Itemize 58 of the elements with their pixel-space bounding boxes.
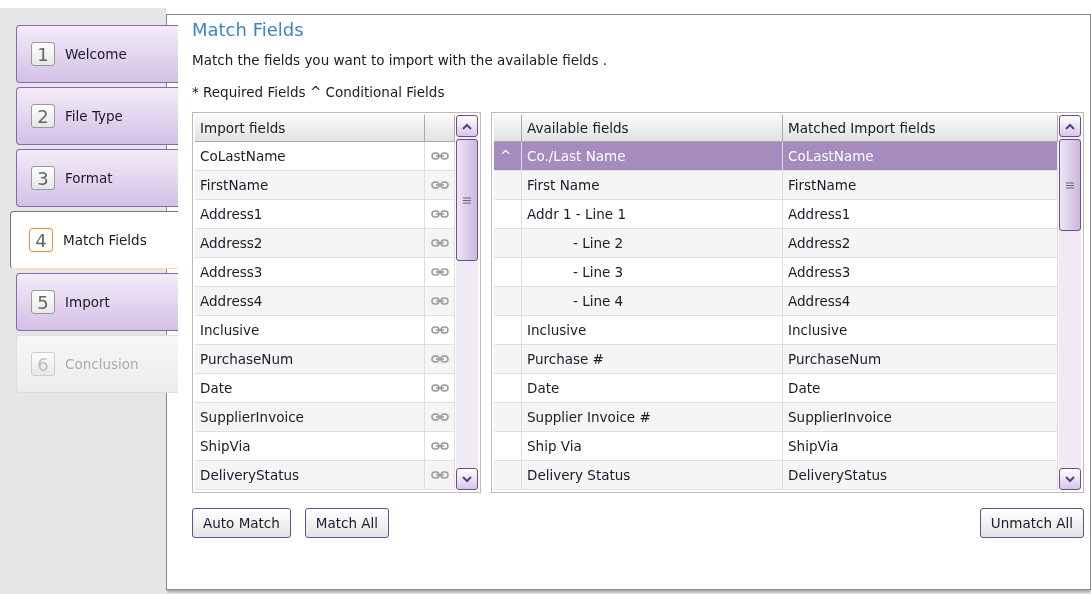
table-cell[interactable]: Address3 xyxy=(195,258,425,286)
conditional-marker: ^ xyxy=(500,148,512,164)
table-cell[interactable]: Ship Via xyxy=(527,438,582,454)
table-cell[interactable]: - Line 3 xyxy=(527,264,624,280)
table-cell[interactable]: Purchase # xyxy=(527,351,604,367)
table-cell[interactable]: FirstName xyxy=(788,177,857,193)
action-button[interactable]: Match All xyxy=(304,508,390,538)
link-icon[interactable] xyxy=(430,412,449,422)
table-cell[interactable]: Inclusive xyxy=(195,316,425,344)
action-button[interactable]: Auto Match xyxy=(192,508,291,538)
table-cell[interactable]: Address1 xyxy=(788,206,851,222)
table-cell[interactable]: ShipVia xyxy=(788,438,839,454)
table-cell[interactable]: Date xyxy=(527,380,560,396)
table-cell[interactable]: PurchaseNum xyxy=(788,351,882,367)
link-icon[interactable] xyxy=(430,470,449,480)
link-icon[interactable] xyxy=(430,354,449,364)
legend-text: * Required Fields ^ Conditional Fields xyxy=(192,84,446,100)
table-cell[interactable]: - Line 2 xyxy=(527,235,624,251)
table-cell[interactable]: Address2 xyxy=(788,235,851,251)
table-cell[interactable]: Date xyxy=(195,374,425,402)
scrollbar[interactable] xyxy=(1059,115,1081,490)
wizard-step[interactable]: 4 Match Fields xyxy=(10,211,178,269)
table-cell[interactable]: Address4 xyxy=(788,293,851,309)
grip-icon xyxy=(1066,181,1074,189)
table-cell[interactable]: Address1 xyxy=(195,200,425,228)
table-cell[interactable]: Addr 1 - Line 1 xyxy=(527,206,627,222)
link-icon[interactable] xyxy=(430,441,449,451)
table-cell[interactable]: Inclusive xyxy=(788,322,848,338)
table-cell[interactable]: CoLastName xyxy=(195,142,425,170)
table-cell[interactable]: Date xyxy=(788,380,821,396)
link-icon[interactable] xyxy=(430,296,449,306)
table-cell[interactable]: ShipVia xyxy=(195,432,425,460)
page-title: Match Fields xyxy=(192,19,305,40)
link-icon[interactable] xyxy=(430,209,449,219)
table-cell[interactable]: Address3 xyxy=(788,264,851,280)
table-cell[interactable]: Delivery Status xyxy=(527,467,631,483)
link-icon[interactable] xyxy=(430,238,449,248)
link-icon[interactable] xyxy=(430,180,449,190)
link-icon[interactable] xyxy=(430,325,449,335)
instruction-text: Match the fields you want to import with the available fields . xyxy=(192,52,608,68)
column-header[interactable]: Matched Import fields xyxy=(783,115,1058,141)
table-cell[interactable]: - Line 4 xyxy=(527,293,624,309)
link-icon[interactable] xyxy=(430,267,449,277)
table-cell[interactable]: DeliveryStatus xyxy=(788,467,888,483)
link-icon[interactable] xyxy=(430,151,449,161)
wizard-step[interactable]: 1 Welcome xyxy=(16,25,178,83)
wizard-step[interactable]: 3 Format xyxy=(16,149,178,207)
grip-icon xyxy=(463,196,471,204)
link-icon[interactable] xyxy=(430,383,449,393)
column-header[interactable]: Available fields xyxy=(522,115,783,141)
table-cell[interactable]: Supplier Invoice # xyxy=(527,409,651,425)
table-cell[interactable]: SupplierInvoice xyxy=(788,409,892,425)
scrollbar[interactable] xyxy=(456,115,478,490)
wizard-step[interactable]: 2 File Type xyxy=(16,87,178,145)
table-cell[interactable]: Inclusive xyxy=(527,322,587,338)
action-button[interactable]: Unmatch All xyxy=(979,508,1084,538)
table-cell[interactable]: First Name xyxy=(527,177,600,193)
wizard-step[interactable]: 5 Import xyxy=(16,273,178,331)
